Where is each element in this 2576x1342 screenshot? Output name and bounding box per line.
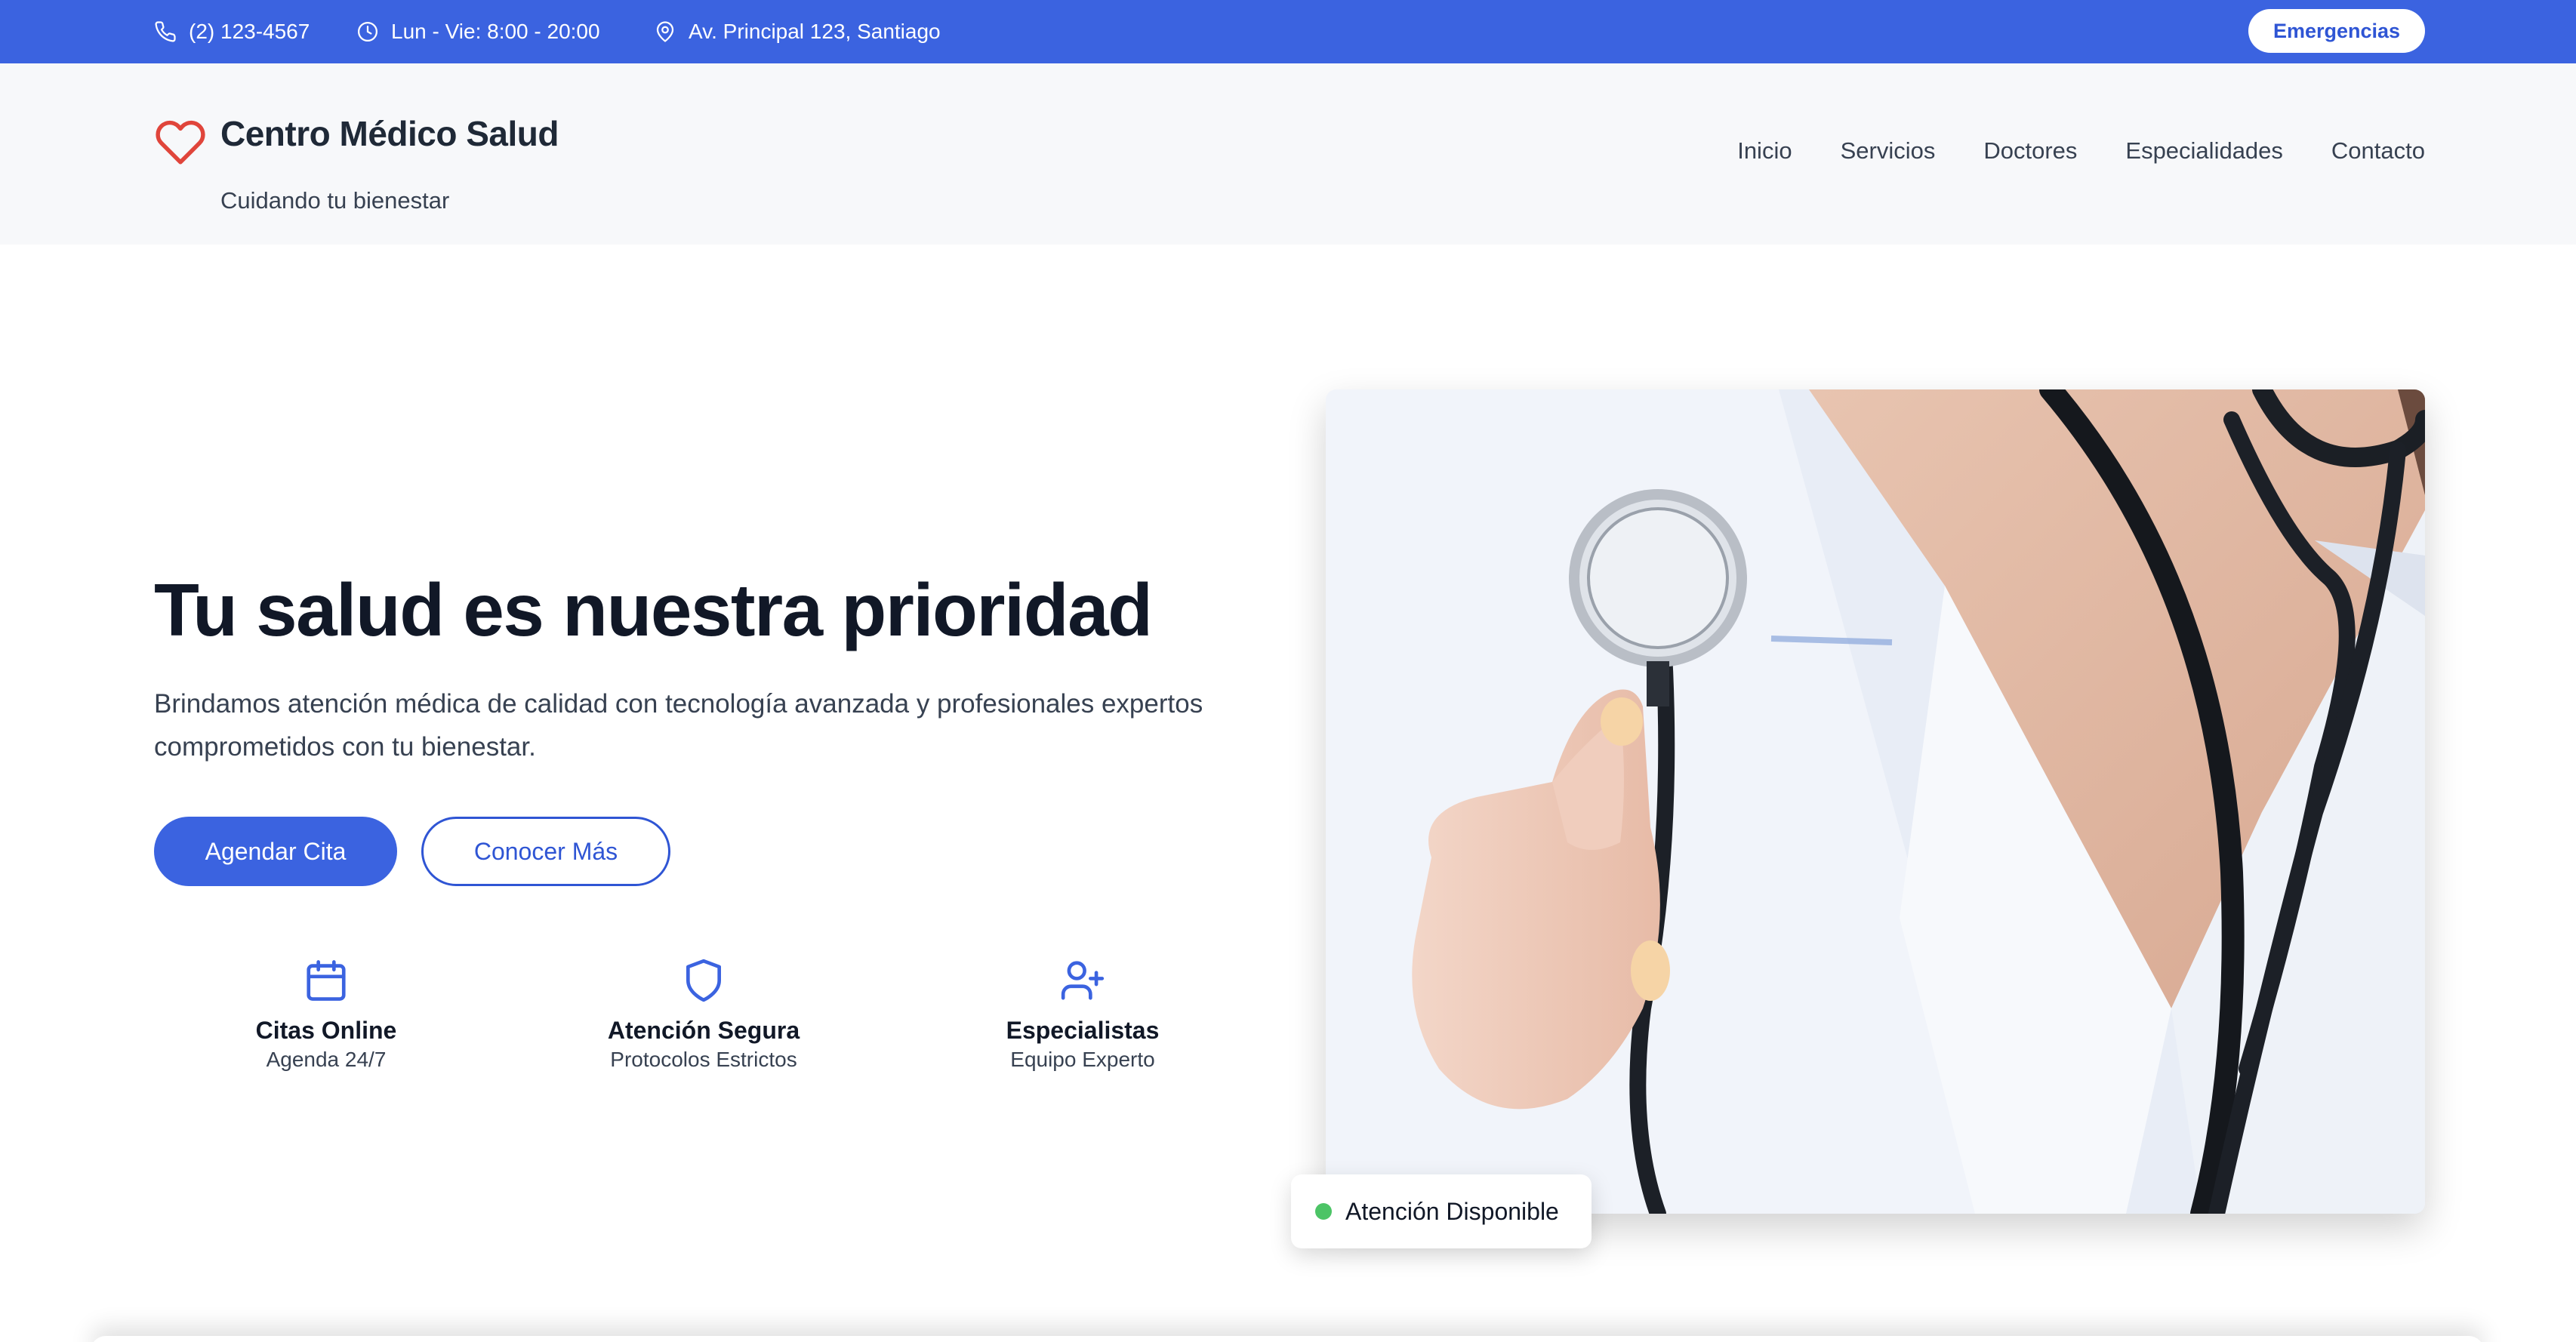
feature-title: Citas Online [255, 1017, 397, 1044]
main-nav: Inicio Servicios Doctores Especialidades… [1737, 137, 2425, 165]
feature-subtitle: Equipo Experto [1010, 1048, 1155, 1071]
feature-subtitle: Agenda 24/7 [266, 1048, 387, 1071]
hero-description: Brindamos atención médica de calidad con… [154, 689, 1203, 762]
top-info-bar: (2) 123-4567 Lun - Vie: 8:00 - 20:00 Av.… [0, 0, 2576, 63]
availability-badge: Atención Disponible [1291, 1174, 1592, 1248]
nav-item-contacto[interactable]: Contacto [2331, 137, 2425, 165]
phone-icon [155, 21, 176, 42]
nav-item-doctores[interactable]: Doctores [1983, 137, 2077, 165]
feature-specialists: Especialistas Equipo Experto [924, 957, 1241, 1073]
clock-icon [358, 22, 377, 42]
feature-online-appointments: Citas Online Agenda 24/7 [168, 957, 485, 1073]
heart-logo-icon[interactable] [154, 116, 207, 166]
phone-number: (2) 123-4567 [189, 20, 310, 43]
feature-safe-care: Atención Segura Protocolos Estrictos [545, 957, 862, 1073]
user-plus-icon [1061, 961, 1105, 1000]
hours-info: Lun - Vie: 8:00 - 20:00 [356, 0, 600, 63]
address-info: Av. Principal 123, Santiago [654, 0, 941, 63]
availability-text: Atención Disponible [1345, 1197, 1559, 1225]
nav-item-servicios[interactable]: Servicios [1841, 137, 1936, 165]
calendar-icon [307, 960, 346, 1001]
feature-title: Especialistas [1006, 1017, 1160, 1044]
opening-hours: Lun - Vie: 8:00 - 20:00 [391, 20, 600, 43]
feature-subtitle: Protocolos Estrictos [610, 1048, 797, 1071]
next-section-edge [91, 1336, 2484, 1342]
hero-title: Tu salud es nuestra prioridad [154, 568, 1153, 651]
brand-tagline: Cuidando tu bienestar [220, 187, 450, 214]
nav-item-especialidades[interactable]: Especialidades [2125, 137, 2283, 165]
map-pin-icon [656, 21, 674, 42]
emergency-button[interactable]: Emergencias [2248, 9, 2425, 53]
feature-title: Atención Segura [607, 1017, 800, 1044]
nav-item-inicio[interactable]: Inicio [1737, 137, 1792, 165]
hero-doctor-image [1326, 389, 2425, 1214]
status-dot-icon [1315, 1203, 1332, 1220]
brand-name[interactable]: Centro Médico Salud [220, 113, 559, 154]
learn-more-button[interactable]: Conocer Más [421, 817, 670, 886]
shield-icon [686, 959, 721, 1002]
book-appointment-button[interactable]: Agendar Cita [154, 817, 397, 886]
phone-info: (2) 123-4567 [154, 0, 310, 63]
address: Av. Principal 123, Santiago [689, 20, 941, 43]
